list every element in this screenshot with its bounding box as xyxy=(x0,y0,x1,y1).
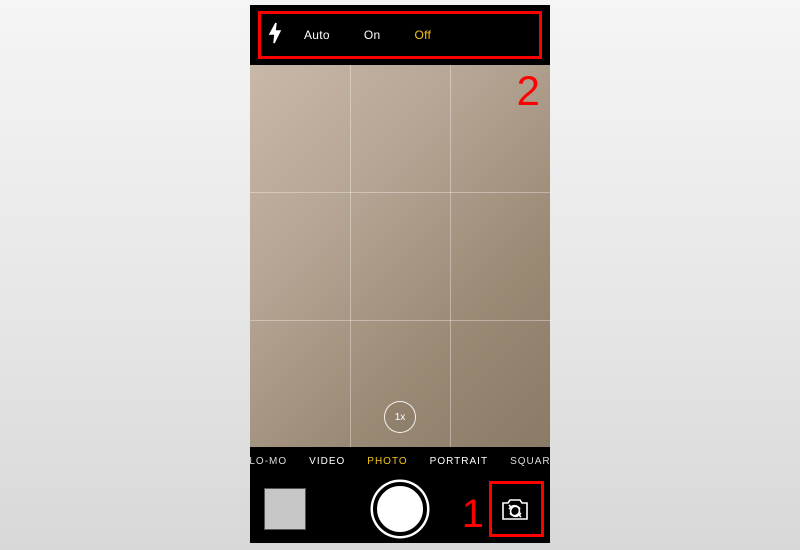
last-photo-thumbnail[interactable] xyxy=(264,488,306,530)
mode-video[interactable]: VIDEO xyxy=(309,456,345,467)
zoom-button[interactable]: 1x xyxy=(384,401,416,433)
annotation-label-2: 2 xyxy=(517,67,540,115)
flash-icon[interactable] xyxy=(268,22,282,49)
flash-options: Auto On Off xyxy=(304,28,431,42)
mode-photo[interactable]: PHOTO xyxy=(367,456,407,467)
flash-off[interactable]: Off xyxy=(415,28,432,42)
flash-auto[interactable]: Auto xyxy=(304,28,330,42)
mode-square[interactable]: SQUARE xyxy=(510,456,550,467)
mode-slomo[interactable]: SLO-MO xyxy=(250,456,287,467)
camera-app: Auto On Off 1x 2 SLO-MO VIDEO PHOTO PORT… xyxy=(250,5,550,543)
grid-line xyxy=(450,65,451,447)
grid-line xyxy=(350,65,351,447)
flash-on[interactable]: On xyxy=(364,28,381,42)
annotation-label-1: 1 xyxy=(462,492,484,537)
mode-selector[interactable]: SLO-MO VIDEO PHOTO PORTRAIT SQUARE xyxy=(250,447,550,475)
camera-controls: 1 xyxy=(250,475,550,543)
grid-line xyxy=(250,192,550,193)
grid-line xyxy=(250,320,550,321)
flash-bar: Auto On Off xyxy=(250,5,550,65)
switch-camera-icon xyxy=(499,496,531,522)
zoom-label: 1x xyxy=(395,412,406,423)
switch-camera-button[interactable] xyxy=(494,488,536,530)
shutter-button[interactable] xyxy=(373,482,427,536)
mode-portrait[interactable]: PORTRAIT xyxy=(430,456,488,467)
viewfinder[interactable]: 1x 2 xyxy=(250,65,550,447)
